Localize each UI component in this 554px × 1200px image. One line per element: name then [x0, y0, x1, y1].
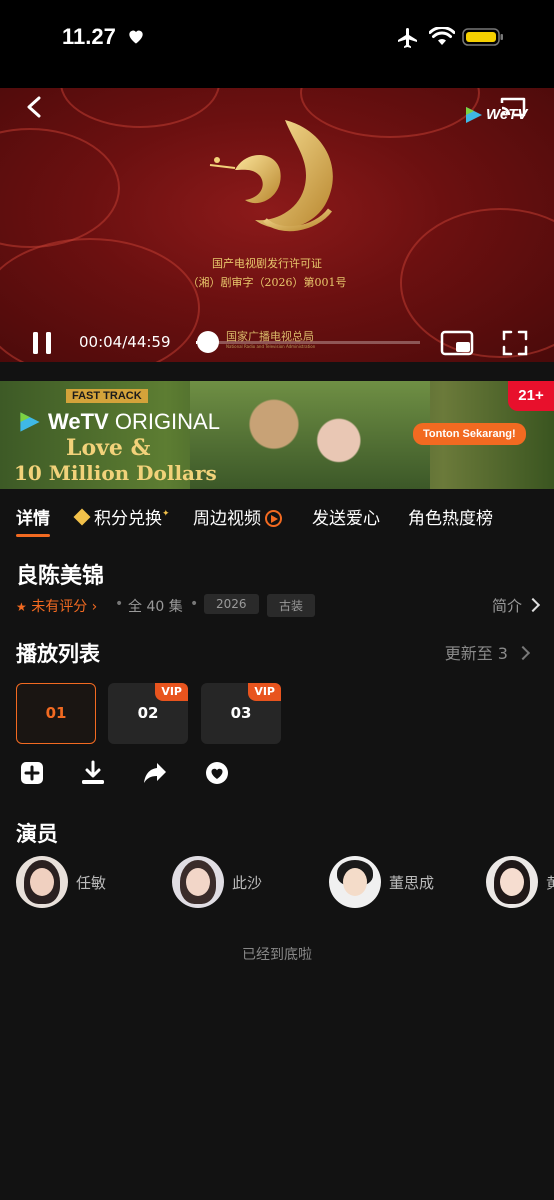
genre-tag: 古装: [267, 594, 316, 617]
progress-track[interactable]: [196, 341, 420, 344]
update-status-link[interactable]: 更新至 3: [445, 640, 531, 664]
age-rating-badge: 21+: [508, 381, 554, 411]
detail-tabs: 详情 积分兑换✦ 周边视频 发送爱心 角色热度榜: [0, 500, 554, 537]
avatar: [329, 856, 381, 908]
fast-track-badge: FAST TRACK: [66, 389, 148, 403]
wetv-logo-icon: [466, 107, 482, 123]
status-bar: 11.27: [0, 0, 554, 88]
sparkle-icon: ✦: [162, 509, 170, 519]
cloud-pattern: [60, 88, 220, 128]
wifi-icon: [429, 27, 455, 45]
cast-member-name: 黄: [546, 874, 554, 892]
cloud-pattern: [0, 128, 120, 248]
playback-time: 00:04/44:59: [79, 333, 171, 351]
play-circle-icon: [265, 510, 282, 527]
avatar: [486, 856, 538, 908]
license-text: 国产电视剧发行许可证: [212, 257, 322, 270]
avatar: [16, 856, 68, 908]
wetv-original-logo: WeTV ORIGINAL: [18, 409, 220, 435]
brand-rest-text: ORIGINAL: [108, 409, 220, 434]
progress-knob[interactable]: [197, 331, 220, 353]
brand-bold-text: WeTV: [48, 409, 109, 434]
status-time: 11.27: [62, 24, 116, 49]
fullscreen-icon[interactable]: [502, 330, 528, 356]
banner-title-line1: Love &: [66, 435, 151, 461]
heart-icon: [129, 30, 143, 44]
battery-icon: [462, 28, 503, 46]
diamond-icon: [73, 508, 91, 526]
rating-link[interactable]: ★ 未有评分 ›: [16, 596, 97, 616]
back-arrow-icon[interactable]: [24, 96, 46, 118]
cast-member-name: 任敏: [76, 874, 107, 892]
tab-related-videos[interactable]: 周边视频: [193, 504, 282, 529]
banner-photo: [190, 381, 430, 489]
cast-title: 演员: [16, 822, 58, 846]
wetv-logo-icon: [20, 412, 40, 432]
tab-send-love[interactable]: 发送爱心: [312, 504, 380, 529]
screen-cast-icon[interactable]: [498, 95, 528, 119]
tab-points-exchange[interactable]: 积分兑换✦: [73, 504, 170, 529]
picture-in-picture-icon[interactable]: [440, 330, 474, 356]
episode-button[interactable]: 03 VIP: [201, 683, 281, 744]
license-number: （湘）剧审字（2026）第001号: [187, 276, 347, 289]
active-tab-indicator: [16, 534, 50, 537]
year-tag: 2026: [204, 594, 259, 614]
chevron-right-icon: [515, 645, 531, 661]
action-bar: [0, 760, 554, 790]
pause-icon[interactable]: [30, 330, 54, 356]
tab-character-ranking[interactable]: 角色热度榜: [408, 504, 493, 529]
show-title: 良陈美锦: [16, 564, 105, 589]
playlist-title: 播放列表: [16, 642, 100, 666]
promo-banner[interactable]: FAST TRACK WeTV ORIGINAL Love & 10 Milli…: [0, 381, 554, 489]
video-player[interactable]: 国产电视剧发行许可证 （湘）剧审字（2026）第001号 国家广播电视总局 Na…: [0, 88, 554, 362]
banner-title-line2: 10 Million Dollars: [14, 461, 217, 485]
share-icon[interactable]: [142, 760, 168, 786]
add-to-list-icon[interactable]: [19, 760, 45, 786]
airplane-mode-icon: [398, 28, 417, 48]
end-of-list-text: 已经到底啦: [242, 947, 312, 963]
vip-badge: VIP: [248, 683, 281, 701]
phoenix-emblem-icon: [209, 120, 333, 232]
favorite-heart-icon[interactable]: [204, 760, 230, 786]
intro-link[interactable]: 简介: [492, 595, 541, 616]
watch-now-button[interactable]: Tonton Sekarang!: [413, 423, 526, 445]
chevron-right-icon: [525, 597, 541, 613]
episode-button[interactable]: 02 VIP: [108, 683, 188, 744]
administration-subtitle: National Radio and Television Administra…: [226, 344, 316, 349]
episode-button[interactable]: 01: [16, 683, 96, 744]
show-meta: ★ 未有评分 › • 全 40 集 • 2026 古装 简介: [16, 594, 541, 618]
avatar: [172, 856, 224, 908]
tab-details[interactable]: 详情: [16, 504, 50, 529]
vip-badge: VIP: [155, 683, 188, 701]
episode-count: 全 40 集: [128, 599, 183, 615]
cast-member-name: 此沙: [232, 874, 263, 892]
cast-member-name: 董思成: [389, 874, 435, 892]
download-icon[interactable]: [80, 760, 106, 786]
